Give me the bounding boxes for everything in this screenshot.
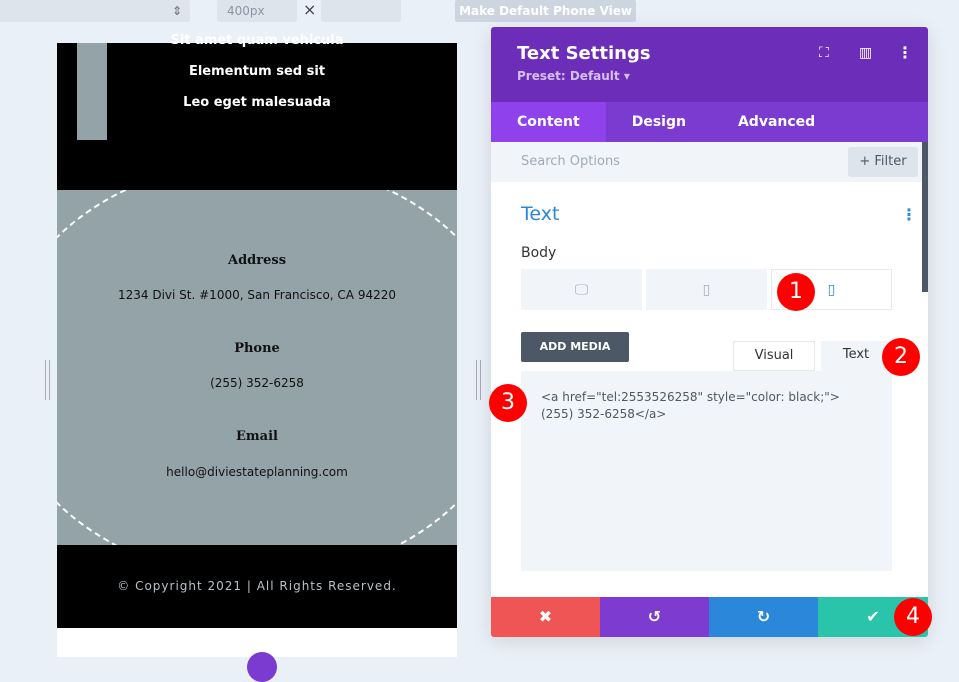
- panel-title: Text Settings: [517, 43, 651, 64]
- preset-dropdown[interactable]: Preset: Default ▾: [517, 69, 902, 83]
- check-icon: ✔: [866, 607, 880, 626]
- text-settings-panel: Text Settings Preset: Default ▾ ⛶ ▥ ⋮ Co…: [491, 27, 928, 637]
- phone-icon: ▯: [827, 281, 836, 298]
- scrollbar[interactable]: [922, 142, 928, 292]
- menu-section: Sit amet quam vehicula Elementum sed sit…: [57, 33, 457, 190]
- panel-header: Text Settings Preset: Default ▾ ⛶ ▥ ⋮: [491, 27, 928, 102]
- resize-handle-left[interactable]: [45, 360, 50, 400]
- tab-visual[interactable]: Visual: [733, 341, 815, 371]
- cancel-button[interactable]: ✖: [491, 597, 600, 637]
- clear-icon[interactable]: ×: [303, 0, 316, 19]
- step-badge: 1: [777, 273, 815, 311]
- search-bar: Search Options + Filter: [491, 142, 928, 182]
- redo-icon: ↻: [756, 607, 771, 626]
- phone-label: Phone: [234, 341, 280, 356]
- dashed-circle: [57, 190, 457, 545]
- select-dropdown[interactable]: ⇕: [0, 0, 190, 22]
- desktop-icon: 🖵: [574, 281, 589, 298]
- split-view-icon[interactable]: ▥: [859, 45, 872, 61]
- menu-item[interactable]: Elementum sed sit: [57, 64, 457, 79]
- section-options-icon[interactable]: ⋮: [901, 205, 917, 224]
- address-value: 1234 Divi St. #1000, San Francisco, CA 9…: [118, 288, 396, 302]
- menu-item[interactable]: Leo eget malesuada: [57, 95, 457, 110]
- close-icon: ✖: [538, 607, 553, 626]
- search-input[interactable]: Search Options: [521, 154, 620, 169]
- tablet-icon: ▯: [702, 281, 711, 298]
- desktop-view-button[interactable]: 🖵: [521, 269, 642, 310]
- tab-advanced[interactable]: Advanced: [712, 102, 841, 142]
- more-options-icon[interactable]: ⋮: [897, 43, 913, 62]
- resize-handle-right[interactable]: [476, 360, 481, 400]
- code-editor[interactable]: <a href="tel:2553526258" style="color: b…: [521, 371, 892, 571]
- updown-icon: ⇕: [171, 4, 182, 18]
- section-title[interactable]: Text: [521, 203, 559, 225]
- tab-text[interactable]: Text: [821, 341, 891, 371]
- fullscreen-icon[interactable]: ⛶: [819, 45, 829, 61]
- step-badge: 3: [489, 384, 527, 422]
- add-media-button[interactable]: ADD MEDIA: [521, 332, 629, 362]
- make-default-phone-view-button[interactable]: Make Default Phone View: [455, 0, 636, 22]
- address-label: Address: [227, 253, 287, 268]
- contact-section: Address 1234 Divi St. #1000, San Francis…: [57, 190, 457, 545]
- sidebar-bar: [77, 43, 107, 140]
- undo-icon: ↺: [647, 607, 662, 626]
- redo-button[interactable]: ↻: [709, 597, 818, 637]
- phone-link[interactable]: (255) 352-6258: [57, 376, 457, 390]
- footer-copyright: © Copyright 2021 | All Rights Reserved.: [57, 545, 457, 628]
- undo-button[interactable]: ↺: [600, 597, 709, 637]
- tab-design[interactable]: Design: [606, 102, 712, 142]
- email-label: Email: [236, 429, 278, 444]
- tablet-view-button[interactable]: ▯: [646, 269, 767, 310]
- filter-button[interactable]: + Filter: [848, 147, 918, 177]
- height-input[interactable]: [321, 0, 401, 22]
- step-badge: 2: [882, 338, 920, 376]
- step-badge: 4: [894, 598, 932, 636]
- email-value: hello@diviestateplanning.com: [166, 465, 348, 479]
- menu-item[interactable]: Sit amet quam vehicula: [57, 33, 457, 48]
- phone-preview: Sit amet quam vehicula Elementum sed sit…: [57, 33, 457, 682]
- tab-content[interactable]: Content: [491, 102, 606, 142]
- panel-tabs: Content Design Advanced: [491, 102, 928, 142]
- body-label: Body: [521, 245, 557, 261]
- width-input[interactable]: 400px: [217, 0, 297, 22]
